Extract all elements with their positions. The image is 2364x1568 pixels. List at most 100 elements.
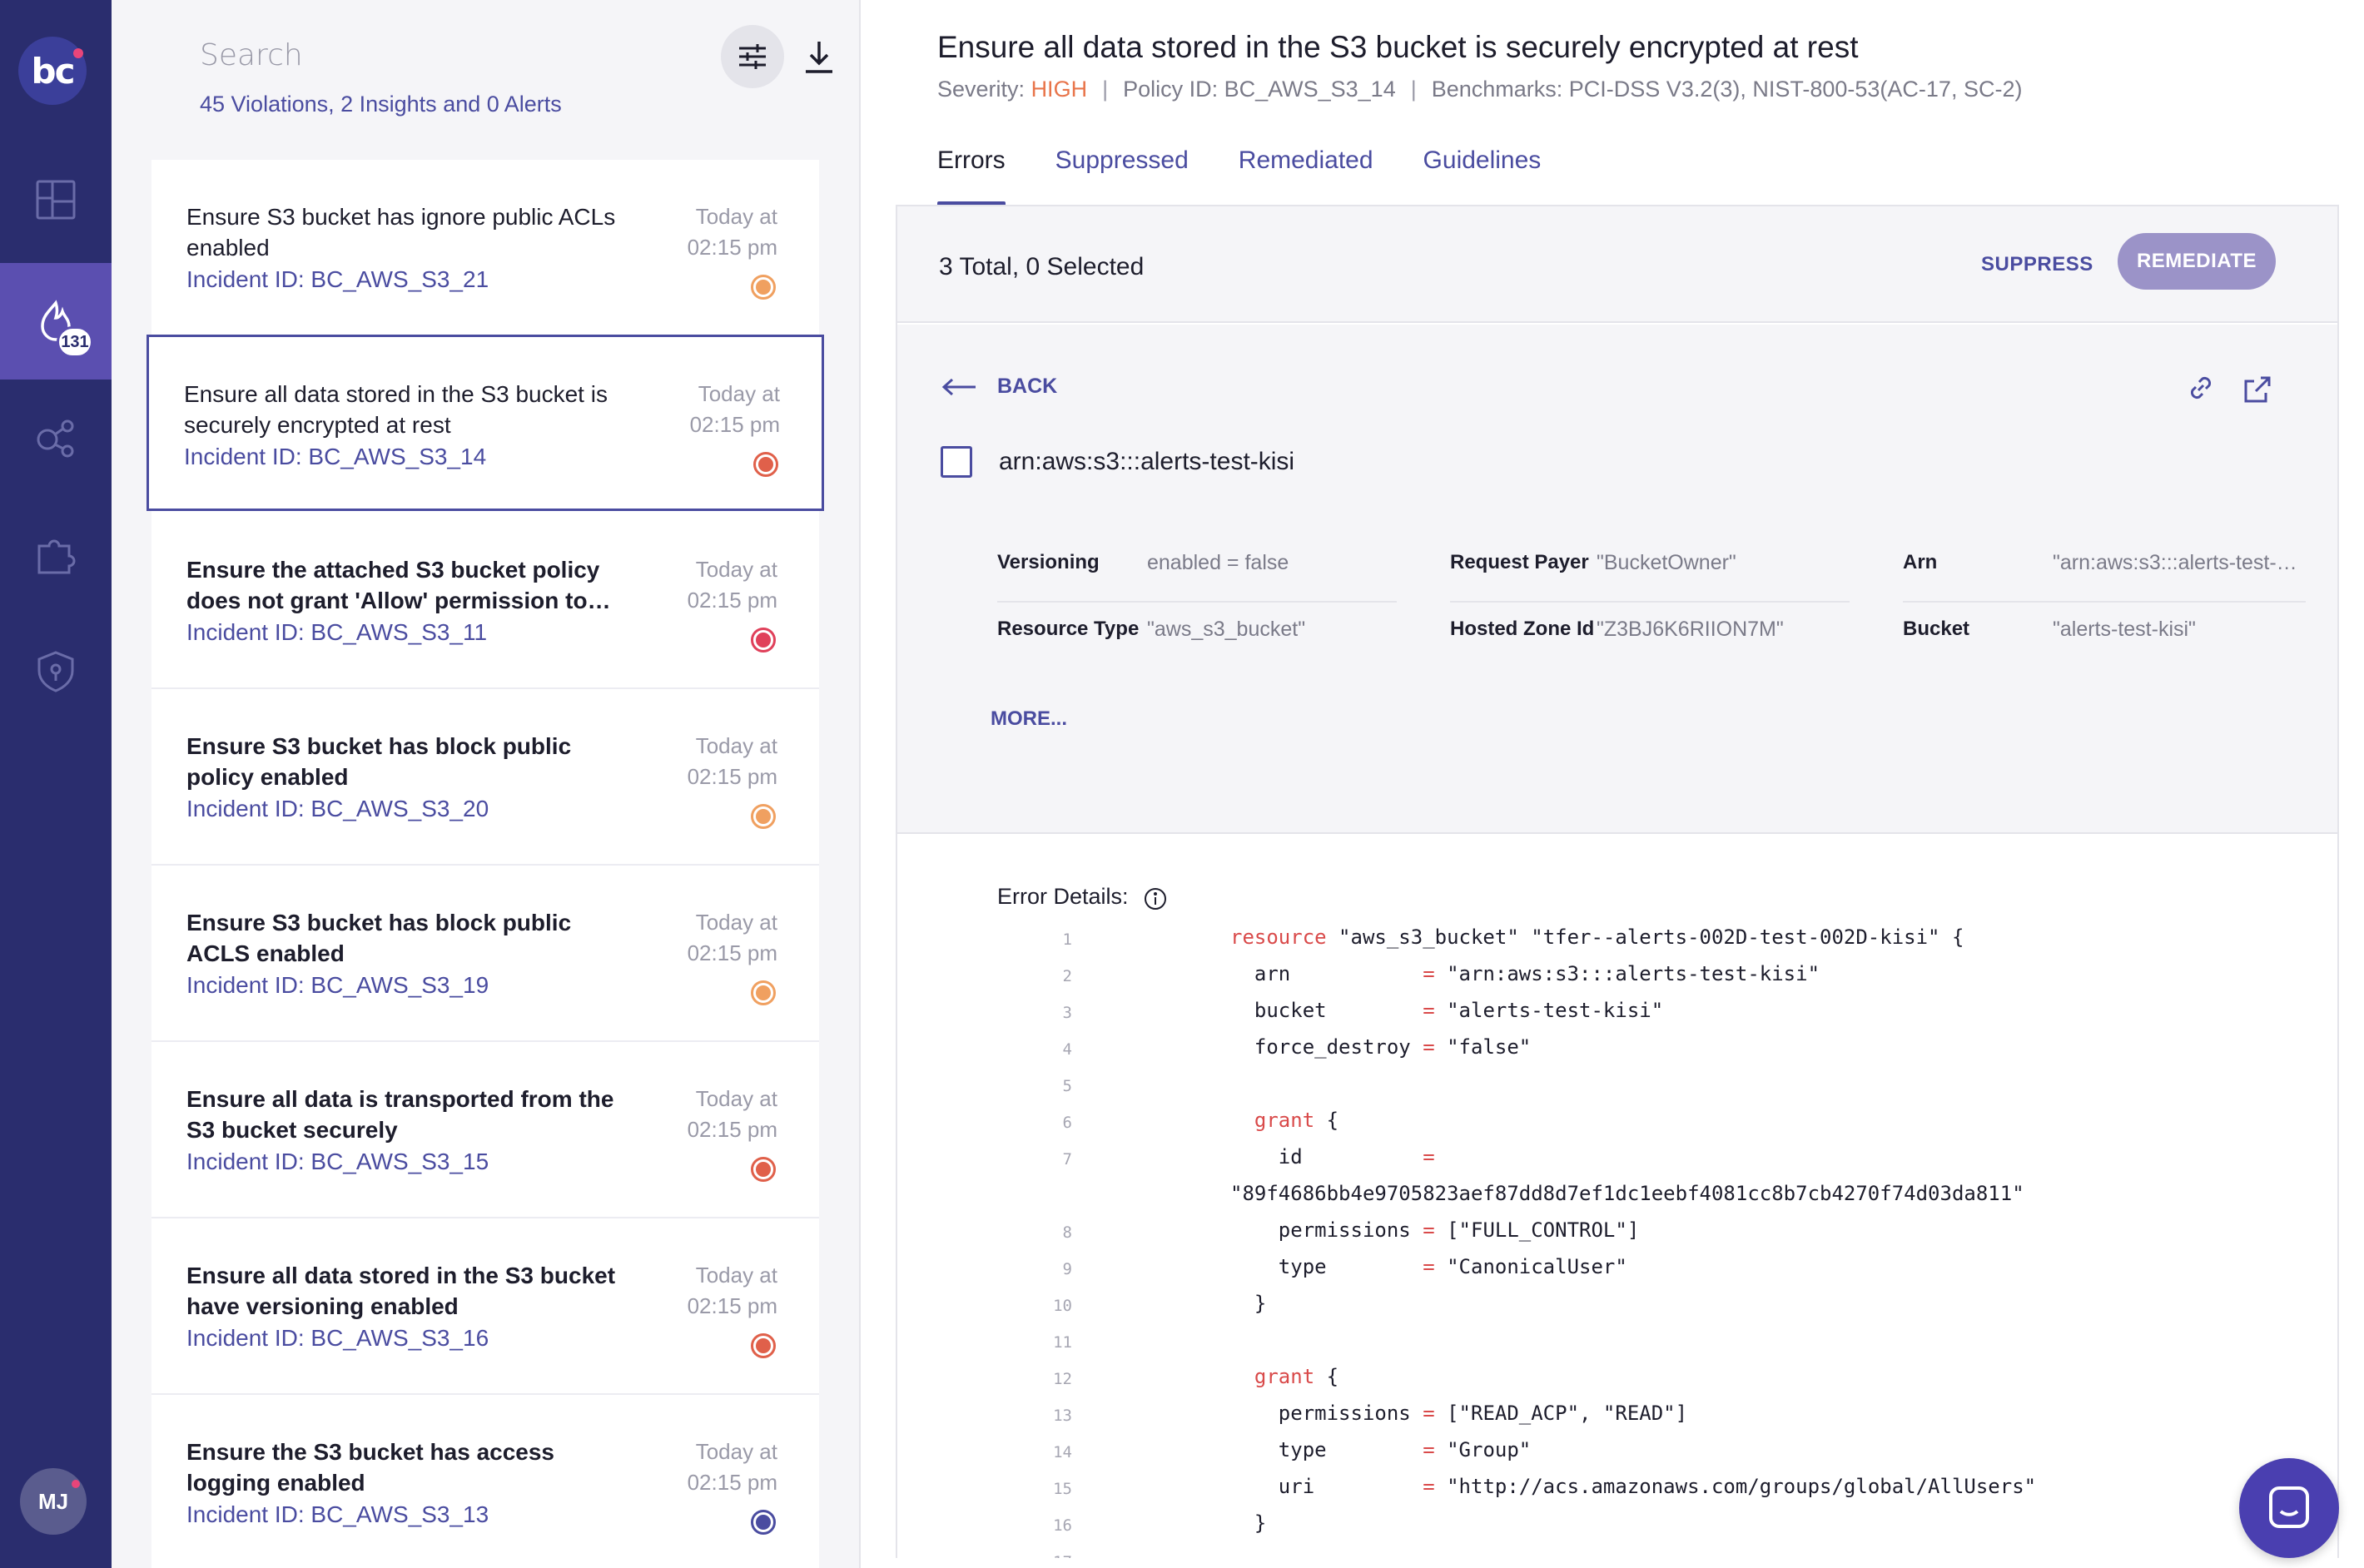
- incident-id: Incident ID: BC_AWS_S3_21: [186, 266, 489, 292]
- detail-tabs: Errors Suppressed Remediated Guidelines: [937, 146, 1591, 206]
- avatar-initials: MJ: [37, 1488, 69, 1514]
- incident-time: Today at 02:15 pm: [687, 910, 777, 965]
- incident-card[interactable]: Ensure all data stored in the S3 bucket …: [147, 335, 824, 511]
- incident-title: Ensure the attached S3 bucket policy doe…: [186, 557, 611, 613]
- tab-suppressed[interactable]: Suppressed: [1055, 146, 1189, 205]
- attr-bucket: Bucket "alerts-test-kisi": [1903, 603, 2306, 669]
- incident-time: Today at 02:15 pm: [687, 557, 777, 613]
- incident-time: Today at 02:15 pm: [687, 733, 777, 789]
- tab-remediated[interactable]: Remediated: [1239, 146, 1373, 205]
- errors-content: 3 Total, 0 Selected SUPPRESS REMEDIATE B…: [896, 205, 2339, 1558]
- resource-checkbox[interactable]: [941, 446, 972, 478]
- resource-name: arn:aws:s3:::alerts-test-kisi: [999, 448, 1295, 475]
- code-text: }: [1230, 1511, 1267, 1535]
- filter-sliders-icon: [739, 44, 766, 69]
- line-number: 5: [1062, 1077, 1072, 1095]
- incident-card[interactable]: Ensure all data is transported from the …: [151, 1042, 819, 1218]
- link-icon[interactable]: [2184, 371, 2217, 404]
- selection-count: 3 Total, 0 Selected: [939, 253, 1145, 280]
- attr-value: "alerts-test-kisi": [2053, 618, 2196, 641]
- attr-value: enabled = false: [1147, 551, 1289, 574]
- line-number: 17: [1022, 1553, 1072, 1558]
- attr-resource-type: Resource Type "aws_s3_bucket": [997, 603, 1397, 669]
- user-avatar[interactable]: MJ: [20, 1468, 87, 1535]
- suppress-button[interactable]: SUPPRESS: [1981, 253, 2093, 276]
- chat-icon: [2269, 1486, 2309, 1528]
- incidents-count-badge: 131: [57, 326, 93, 358]
- code-line: 5: [897, 1072, 2337, 1105]
- bridgecrew-logo[interactable]: bc: [18, 37, 87, 105]
- incident-id: Incident ID: BC_AWS_S3_11: [186, 619, 488, 645]
- line-number: 8: [1062, 1223, 1072, 1242]
- more-link[interactable]: MORE...: [991, 707, 1067, 731]
- attr-request-payer: Request Payer "BucketOwner": [1450, 536, 1850, 603]
- tab-errors[interactable]: Errors: [937, 146, 1006, 206]
- incident-time: Today at 02:15 pm: [687, 1263, 777, 1318]
- severity-value: HIGH: [1031, 77, 1088, 102]
- code-text: type = "CanonicalUser": [1230, 1255, 1627, 1278]
- incident-card[interactable]: Ensure the attached S3 bucket policy doe…: [151, 513, 819, 689]
- code-line: 11: [897, 1328, 2337, 1362]
- incident-card[interactable]: Ensure the S3 bucket has access logging …: [151, 1395, 819, 1568]
- code-line: "89f4686bb4e9705823aef87dd8d7ef1dc1eebf4…: [897, 1182, 2337, 1215]
- incident-card[interactable]: Ensure S3 bucket has block public ACLS e…: [151, 866, 819, 1042]
- search-label[interactable]: Search: [200, 38, 303, 72]
- line-number: 12: [1053, 1370, 1072, 1388]
- policy-id: Policy ID: BC_AWS_S3_14: [1123, 77, 1396, 102]
- error-details: Error Details: 1 resource "aws_s3_bucket"…: [897, 836, 2337, 1558]
- info-icon[interactable]: [1144, 887, 1167, 911]
- line-number: 14: [1053, 1443, 1072, 1461]
- download-icon: [806, 42, 832, 73]
- incident-id: Incident ID: BC_AWS_S3_14: [184, 444, 487, 469]
- code-text: bucket = "alerts-test-kisi": [1230, 999, 1664, 1022]
- attr-versioning: Versioning enabled = false: [997, 536, 1397, 603]
- incident-id: Incident ID: BC_AWS_S3_13: [186, 1501, 489, 1527]
- attr-key: Resource Type: [997, 618, 1140, 640]
- code-line: 1 resource "aws_s3_bucket" "tfer--alerts-…: [897, 925, 2337, 959]
- code-text: arn = "arn:aws:s3:::alerts-test-kisi": [1230, 962, 1820, 985]
- line-number: 2: [1062, 967, 1072, 985]
- logo-text: bc: [31, 50, 76, 92]
- remediate-button[interactable]: REMEDIATE: [2118, 233, 2276, 290]
- nav-security[interactable]: [0, 613, 112, 729]
- code-line: 8 permissions = ["FULL_CONTROL"]: [897, 1218, 2337, 1252]
- dashboard-icon: [36, 180, 76, 220]
- line-number: 9: [1062, 1260, 1072, 1278]
- filter-button[interactable]: [721, 25, 784, 88]
- code-text: grant {: [1254, 1365, 1339, 1388]
- code-line: 14 type = "Group": [897, 1438, 2337, 1471]
- line-number: 6: [1062, 1114, 1072, 1132]
- nav-plugins[interactable]: [0, 496, 112, 613]
- incident-time: Today at 02:15 pm: [689, 381, 780, 437]
- incident-card[interactable]: Ensure S3 bucket has block public policy…: [151, 689, 819, 866]
- incident-card[interactable]: Ensure all data stored in the S3 bucket …: [151, 1218, 819, 1395]
- severity-indicator-icon: [751, 275, 776, 300]
- code-text: }: [1230, 1292, 1267, 1315]
- chat-button[interactable]: [2239, 1458, 2339, 1558]
- attr-key: Request Payer: [1450, 551, 1589, 573]
- external-link-icon[interactable]: [2241, 373, 2274, 406]
- back-button[interactable]: BACK: [941, 375, 1057, 399]
- incident-title: Ensure all data is transported from the …: [186, 1086, 614, 1143]
- code-text: force_destroy = "false": [1230, 1035, 1532, 1059]
- line-number: 11: [1053, 1333, 1072, 1352]
- nav-dashboard[interactable]: [0, 141, 112, 258]
- code-text: permissions = ["FULL_CONTROL"]: [1230, 1218, 1640, 1242]
- line-number: 16: [1053, 1516, 1072, 1535]
- download-button[interactable]: [792, 30, 846, 83]
- shield-icon: [37, 651, 74, 692]
- incident-card[interactable]: Ensure S3 bucket has ignore public ACLs …: [151, 160, 819, 336]
- incident-title: Ensure all data stored in the S3 bucket …: [186, 1263, 616, 1319]
- code-text: permissions = ["READ_ACP", "READ"]: [1230, 1402, 1688, 1425]
- code-text: "89f4686bb4e9705823aef87dd8d7ef1dc1eebf4…: [1230, 1182, 2024, 1205]
- line-number: 4: [1062, 1040, 1072, 1059]
- graph-icon: [37, 419, 74, 458]
- line-number: 7: [1062, 1150, 1072, 1169]
- nav-graph[interactable]: [0, 380, 112, 496]
- nav-incidents[interactable]: 131: [0, 263, 112, 380]
- attr-key: Bucket: [1903, 618, 1970, 640]
- code-line: 16 }: [897, 1511, 2337, 1545]
- code-line: 17: [897, 1548, 2337, 1558]
- tab-guidelines[interactable]: Guidelines: [1423, 146, 1542, 205]
- arrow-left-icon: [941, 378, 976, 395]
